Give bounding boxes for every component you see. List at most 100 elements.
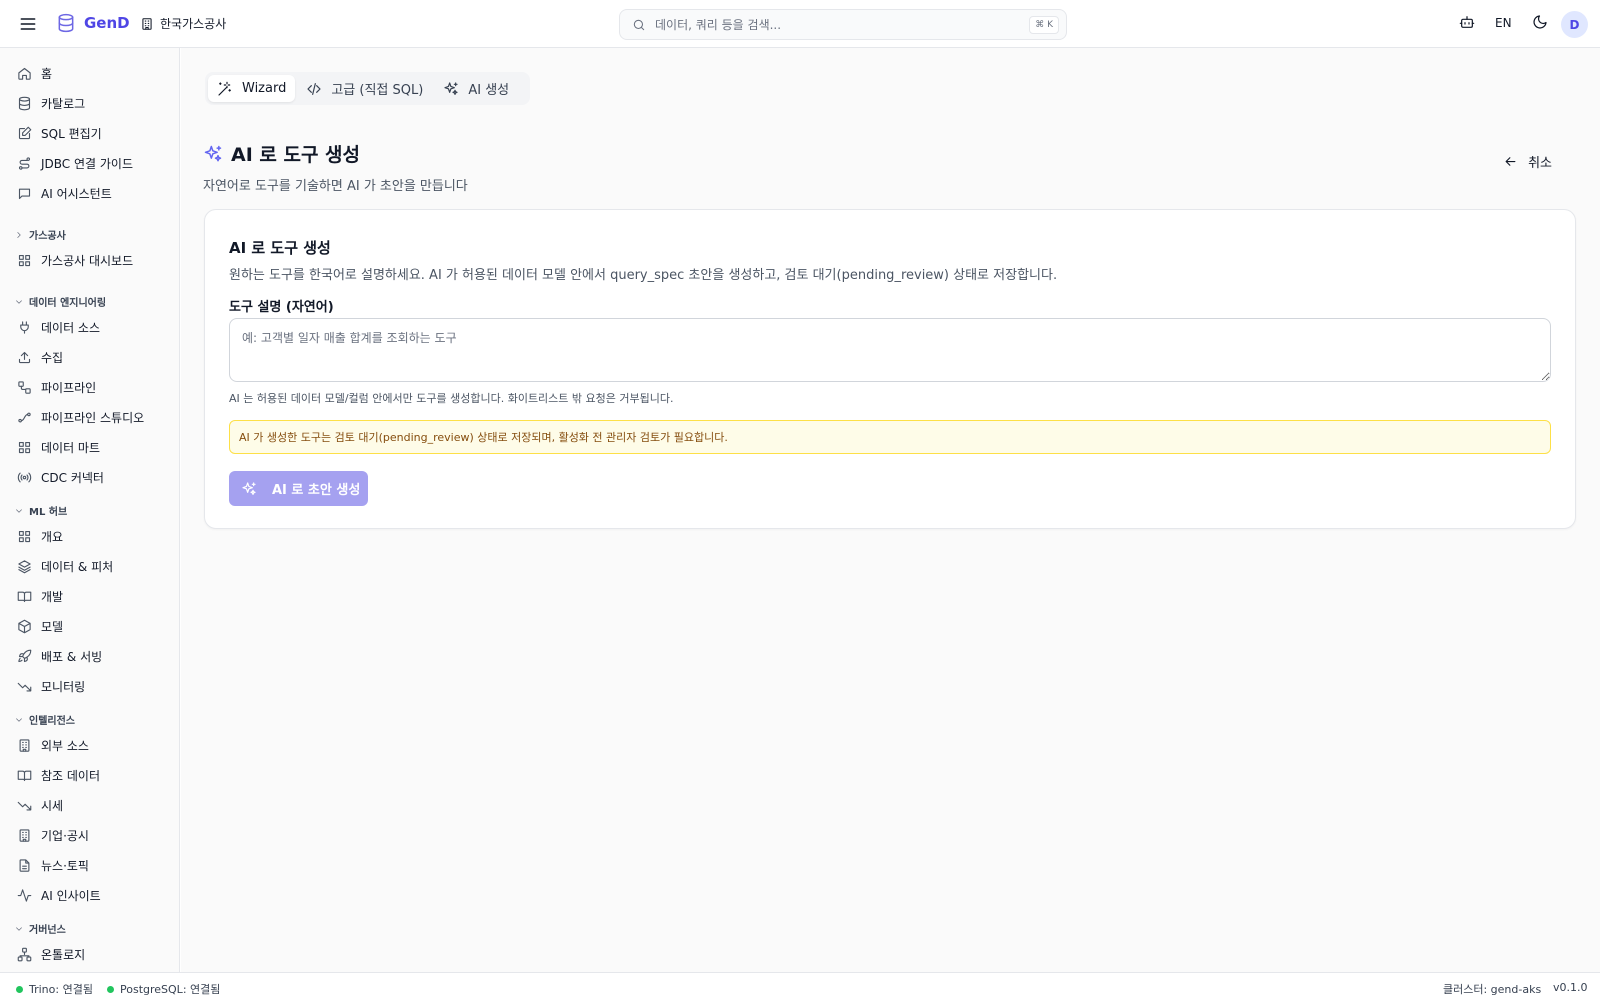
brand-logo-link[interactable]: GenD	[56, 12, 130, 34]
sidebar-item-data-mart[interactable]: 데이터 마트	[8, 434, 172, 460]
sidebar-item-label: 개요	[41, 529, 64, 544]
sidebar-item-external-source[interactable]: 외부 소스	[8, 732, 172, 758]
cancel-button[interactable]: 취소	[1503, 152, 1552, 171]
generate-draft-button[interactable]: AI 로 초안 생성	[229, 471, 368, 506]
moon-icon[interactable]	[1532, 14, 1548, 30]
postgres-status-text: PostgreSQL: 연결됨	[120, 983, 221, 996]
menu-icon[interactable]	[18, 14, 38, 34]
workflow-icon	[17, 380, 32, 395]
section-label: ML 허브	[29, 507, 68, 518]
edit-icon	[17, 126, 32, 141]
generate-button-label: AI 로 초안 생성	[272, 483, 361, 498]
sidebar-item-data-source[interactable]: 데이터 소스	[8, 314, 172, 340]
sidebar-item-label: 수집	[41, 350, 64, 365]
sparkles-icon	[203, 144, 223, 164]
section-label: 인텔리전스	[29, 716, 75, 727]
page-title-row: AI 로 도구 생성	[203, 140, 468, 167]
section-ml-hub[interactable]: ML 허브	[14, 503, 67, 518]
section-intelligence[interactable]: 인텔리전스	[14, 712, 75, 727]
plug-icon	[17, 320, 32, 335]
database-icon	[17, 96, 32, 111]
trending-down-icon	[17, 679, 32, 694]
sidebar-item-ai-insight[interactable]: AI 인사이트	[8, 882, 172, 908]
sidebar-item-ai-assistant[interactable]: AI 어시스턴트	[8, 180, 172, 206]
tab-ai-generate[interactable]: AI 생성	[434, 75, 518, 102]
sidebar-item-label: 데이터 & 피처	[41, 559, 114, 574]
sidebar-item-model[interactable]: 모델	[8, 613, 172, 639]
sidebar-item-ontology[interactable]: 온톨로지	[8, 941, 172, 967]
sidebar-item-label: 카탈로그	[41, 96, 86, 111]
sidebar-item-monitoring[interactable]: 모니터링	[8, 673, 172, 699]
grid-icon	[17, 253, 32, 268]
wand-icon	[217, 81, 233, 97]
route-icon	[17, 156, 32, 171]
sidebar-item-ml-overview[interactable]: 개요	[8, 523, 172, 549]
top-bar: GenD 한국가스공사 데이터, 쿼리 등을 검색... ⌘ K EN D	[0, 0, 1600, 48]
sparkles-icon	[443, 81, 459, 97]
sidebar-item-reference-data[interactable]: 참조 데이터	[8, 762, 172, 788]
rocket-icon	[17, 649, 32, 664]
sparkles-icon	[241, 481, 257, 497]
sidebar-item-label: JDBC 연결 가이드	[41, 156, 134, 171]
database-icon	[56, 12, 76, 34]
version-label: v0.1.0	[1553, 981, 1588, 994]
page-header: AI 로 도구 생성 자연어로 도구를 기술하면 AI 가 초안을 만듭니다	[203, 140, 468, 194]
sidebar-item-catalog[interactable]: 카탈로그	[8, 90, 172, 116]
search-icon	[632, 18, 646, 32]
status-bar: Trino: 연결됨 PostgreSQL: 연결됨 클러스터: gend-ak…	[0, 972, 1600, 1000]
sidebar-item-label: 시세	[41, 798, 64, 813]
sidebar-item-home[interactable]: 홈	[8, 60, 172, 86]
grid-icon	[17, 440, 32, 455]
sidebar-item-label: 파이프라인 스튜디오	[41, 410, 145, 425]
sidebar-item-quotes[interactable]: 시세	[8, 792, 172, 818]
user-avatar[interactable]: D	[1561, 11, 1588, 38]
org-switcher[interactable]: 한국가스공사	[140, 15, 226, 32]
chevron-right-icon	[14, 230, 24, 240]
sidebar-item-ingest[interactable]: 수집	[8, 344, 172, 370]
sidebar-item-label: 개발	[41, 589, 64, 604]
page-subtitle: 자연어로 도구를 기술하면 AI 가 초안을 만듭니다	[203, 179, 468, 194]
section-label: 가스공사	[29, 231, 66, 242]
sidebar-item-label: 모니터링	[41, 679, 86, 694]
language-toggle[interactable]: EN	[1495, 16, 1512, 30]
sidebar-item-develop[interactable]: 개발	[8, 583, 172, 609]
sidebar-item-sql-editor[interactable]: SQL 편집기	[8, 120, 172, 146]
book-icon	[17, 589, 32, 604]
sidebar-item-jdbc-guide[interactable]: JDBC 연결 가이드	[8, 150, 172, 176]
arrow-left-icon	[1503, 154, 1518, 169]
sidebar-item-pipeline-studio[interactable]: 파이프라인 스튜디오	[8, 404, 172, 430]
tab-advanced-sql[interactable]: 고급 (직접 SQL)	[297, 75, 432, 102]
layers-icon	[17, 559, 32, 574]
section-gas[interactable]: 가스공사	[14, 227, 66, 242]
tab-label: AI 생성	[468, 83, 510, 98]
sidebar-item-label: SQL 편집기	[41, 126, 102, 141]
sidebar-item-news-topics[interactable]: 뉴스·토픽	[8, 852, 172, 878]
global-search[interactable]: 데이터, 쿼리 등을 검색... ⌘ K	[619, 9, 1067, 40]
message-icon	[17, 186, 32, 201]
home-icon	[17, 66, 32, 81]
bot-icon[interactable]	[1459, 14, 1475, 30]
tool-description-input[interactable]	[229, 318, 1551, 382]
section-governance[interactable]: 거버넌스	[14, 921, 66, 936]
sidebar-item-label: 파이프라인	[41, 380, 97, 395]
sidebar-item-cdc-connector[interactable]: CDC 커넥터	[8, 464, 172, 490]
org-name: 한국가스공사	[160, 17, 227, 31]
search-placeholder: 데이터, 쿼리 등을 검색...	[655, 18, 782, 32]
section-data-engineering[interactable]: 데이터 엔지니어링	[14, 294, 106, 309]
code-icon	[306, 81, 322, 97]
cancel-label: 취소	[1528, 156, 1552, 171]
review-alert: AI 가 생성한 도구는 검토 대기(pending_review) 상태로 저…	[229, 420, 1551, 454]
sidebar-item-label: 참조 데이터	[41, 768, 101, 783]
sidebar-item-label: 뉴스·토픽	[41, 858, 89, 873]
trino-status-text: Trino: 연결됨	[29, 983, 93, 996]
grid-icon	[17, 529, 32, 544]
sidebar-item-corporate-disclosure[interactable]: 기업·공시	[8, 822, 172, 848]
network-icon	[17, 947, 32, 962]
sidebar-item-pipeline[interactable]: 파이프라인	[8, 374, 172, 400]
sidebar: 홈 카탈로그 SQL 편집기 JDBC 연결 가이드 AI 어시스턴트 가스공사…	[0, 48, 180, 972]
sidebar-item-data-features[interactable]: 데이터 & 피처	[8, 553, 172, 579]
sidebar-item-deploy-serving[interactable]: 배포 & 서빙	[8, 643, 172, 669]
tab-wizard[interactable]: Wizard	[208, 75, 296, 102]
building-icon	[140, 17, 154, 31]
sidebar-item-gas-dashboard[interactable]: 가스공사 대시보드	[8, 247, 172, 273]
